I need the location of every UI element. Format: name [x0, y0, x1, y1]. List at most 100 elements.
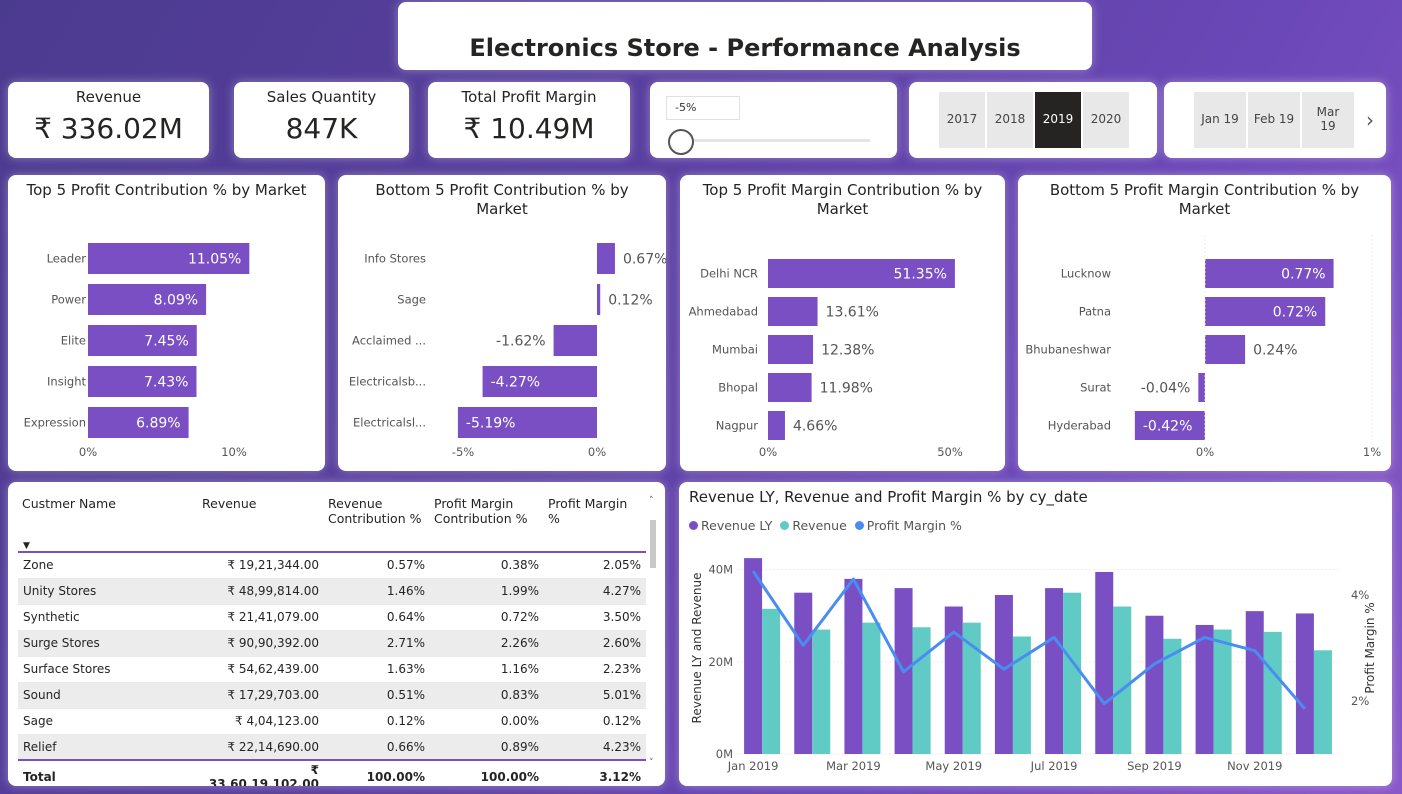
revenue-bar: [862, 622, 881, 754]
bar-data-label: 11.05%: [188, 252, 241, 268]
slider-value-input[interactable]: -5%: [666, 96, 740, 120]
revenue-ly-bar: [1045, 588, 1064, 754]
y-axis-label: Revenue LY and Revenue: [690, 573, 704, 724]
revenue-ly-bar: [844, 578, 863, 754]
y-tick-label: 40M: [708, 563, 733, 577]
bar-data-label: 7.45%: [144, 334, 188, 350]
top5-profit-chart: Top 5 Profit Contribution % by Market Le…: [8, 175, 325, 471]
col-header-revenue-contribution[interactable]: Revenue Contribution %: [324, 492, 430, 540]
scroll-up-icon[interactable]: ˄: [649, 496, 654, 506]
bar: [768, 335, 814, 364]
table-row[interactable]: Relief ₹ 22,14,690.00 0.66% 0.89% 4.23%: [18, 734, 646, 761]
bar-data-label: -4.27%: [491, 375, 541, 391]
table-row[interactable]: Sound ₹ 17,29,703.00 0.51% 0.83% 5.01%: [18, 682, 646, 709]
table-cell: 1.46%: [324, 578, 430, 605]
table-scrollbar[interactable]: ˄ ˅: [649, 496, 657, 768]
table-row[interactable]: Surface Stores ₹ 54,62,439.00 1.63% 1.16% 2.…: [18, 656, 646, 683]
bar-category-label: Bhubaneshwar: [1025, 343, 1111, 357]
year-tile-2019[interactable]: 2019: [1035, 92, 1081, 148]
x-tick-label: Sep 2019: [1127, 759, 1182, 773]
table-cell: 1.99%: [430, 578, 544, 605]
col-header-revenue[interactable]: Revenue: [198, 492, 324, 540]
scroll-thumb[interactable]: [650, 520, 656, 568]
total-margin-contribution: 100.00%: [430, 759, 544, 786]
month-slicer: Jan 19 Feb 19 Mar 19 ›: [1164, 82, 1386, 158]
bar-category-label: Lucknow: [1061, 267, 1111, 281]
bar-data-label: 4.66%: [793, 419, 837, 435]
table-row[interactable]: Zone ₹ 19,21,344.00 0.57% 0.38% 2.05%: [18, 552, 646, 579]
table-cell: 0.72%: [430, 604, 544, 631]
top5-margin-bars: Delhi NCR 51.35% Ahmedabad 13.61% Mumbai 12.3…: [689, 259, 963, 459]
month-tile-mar[interactable]: Mar 19: [1302, 92, 1354, 148]
revenue-ly-bar: [994, 595, 1013, 754]
month-tile-feb[interactable]: Feb 19: [1248, 92, 1300, 148]
table-cell: 2.26%: [430, 630, 544, 657]
table-cell: 4.27%: [544, 578, 646, 605]
table-cell: 2.05%: [544, 552, 646, 579]
bar-data-label: 0.24%: [1253, 343, 1297, 359]
col-header-customer[interactable]: Custmer Name: [18, 492, 198, 540]
chevron-right-icon[interactable]: ›: [1366, 108, 1374, 132]
table-row[interactable]: Unity Stores ₹ 48,99,814.00 1.46% 1.99% 4.27…: [18, 578, 646, 605]
table-cell: Relief: [18, 734, 198, 761]
table-cell: 0.12%: [324, 708, 430, 735]
year-tile-2017[interactable]: 2017: [939, 92, 985, 148]
month-tile-jan[interactable]: Jan 19: [1194, 92, 1246, 148]
table-cell: Sage: [18, 708, 198, 735]
col-header-profit-margin[interactable]: Profit Margin %: [544, 492, 646, 540]
scroll-down-icon[interactable]: ˅: [649, 758, 654, 768]
revenue-ly-bar: [1295, 613, 1314, 754]
col-header-margin-contribution[interactable]: Profit Margin Contribution %: [430, 492, 544, 540]
x-tick-label: Jan 2019: [727, 759, 779, 773]
sales-quantity-card[interactable]: Sales Quantity 847K: [234, 82, 409, 158]
title-card: Electronics Store - Performance Analysis: [398, 2, 1092, 70]
customer-table-card: Custmer Name Revenue Revenue Contributio…: [8, 482, 665, 786]
table-cell: ₹ 90,90,392.00: [198, 630, 324, 657]
table-cell: 3.50%: [544, 604, 646, 631]
table-cell: Synthetic: [18, 604, 198, 631]
x-tick-label: 10%: [221, 445, 247, 459]
bar-category-label: Acclaimed ...: [352, 334, 426, 348]
x-tick-label: -5%: [452, 445, 474, 459]
table-row[interactable]: Sage ₹ 4,04,123.00 0.12% 0.00% 0.12%: [18, 708, 646, 735]
slider-track[interactable]: [680, 139, 870, 142]
year-tile-2018[interactable]: 2018: [987, 92, 1033, 148]
sort-desc-icon[interactable]: ▼: [18, 540, 198, 553]
profit-margin-label: Total Profit Margin: [461, 88, 597, 106]
bar-category-label: Power: [51, 293, 86, 307]
customer-table: Custmer Name Revenue Revenue Contributio…: [18, 492, 646, 786]
table-cell: Surface Stores: [18, 656, 198, 683]
table-cell: 4.23%: [544, 734, 646, 761]
bar-data-label: -0.42%: [1143, 419, 1193, 435]
bar-data-label: 7.43%: [144, 375, 188, 391]
bar: [1205, 335, 1246, 364]
table-cell: 5.01%: [544, 682, 646, 709]
bar-data-label: 11.98%: [820, 381, 873, 397]
revenue-trend-chart: Revenue LY, Revenue and Profit Margin % …: [679, 482, 1392, 786]
profit-margin-card[interactable]: Total Profit Margin ₹ 10.49M: [428, 82, 630, 158]
bar-category-label: Hyderabad: [1048, 419, 1111, 433]
revenue-ly-bar: [794, 592, 813, 754]
bottom5-profit-bars: Info Stores 0.67% Sage 0.12% Acclaimed ... -1…: [349, 243, 666, 459]
table-cell: Sound: [18, 682, 198, 709]
bar-category-label: Insight: [47, 375, 86, 389]
revenue-ly-bar: [1145, 615, 1164, 754]
revenue-bar: [912, 627, 931, 754]
bar-category-label: Leader: [47, 252, 87, 266]
x-tick-label: 0%: [588, 445, 606, 459]
total-label: Total: [18, 759, 198, 786]
table-row[interactable]: Surge Stores ₹ 90,90,392.00 2.71% 2.26% 2.60…: [18, 630, 646, 657]
bar-category-label: Mumbai: [712, 343, 758, 357]
table-row[interactable]: Synthetic ₹ 21,41,079.00 0.64% 0.72% 3.50%: [18, 604, 646, 631]
slider-handle[interactable]: [668, 129, 694, 155]
table-cell: ₹ 48,99,814.00: [198, 578, 324, 605]
bar-category-label: Patna: [1079, 305, 1111, 319]
revenue-bar: [1213, 629, 1232, 754]
combo-chart-plot: 0M20M40M2%4%Revenue LY and Revenue Profit…: [690, 558, 1377, 773]
revenue-card[interactable]: Revenue ₹ 336.02M: [8, 82, 209, 158]
sales-quantity-label: Sales Quantity: [266, 88, 377, 106]
total-revenue: ₹ 33,60,19,102.00: [198, 759, 324, 786]
table-cell: 2.60%: [544, 630, 646, 657]
bar-data-label: 0.77%: [1281, 267, 1325, 283]
year-tile-2020[interactable]: 2020: [1083, 92, 1129, 148]
